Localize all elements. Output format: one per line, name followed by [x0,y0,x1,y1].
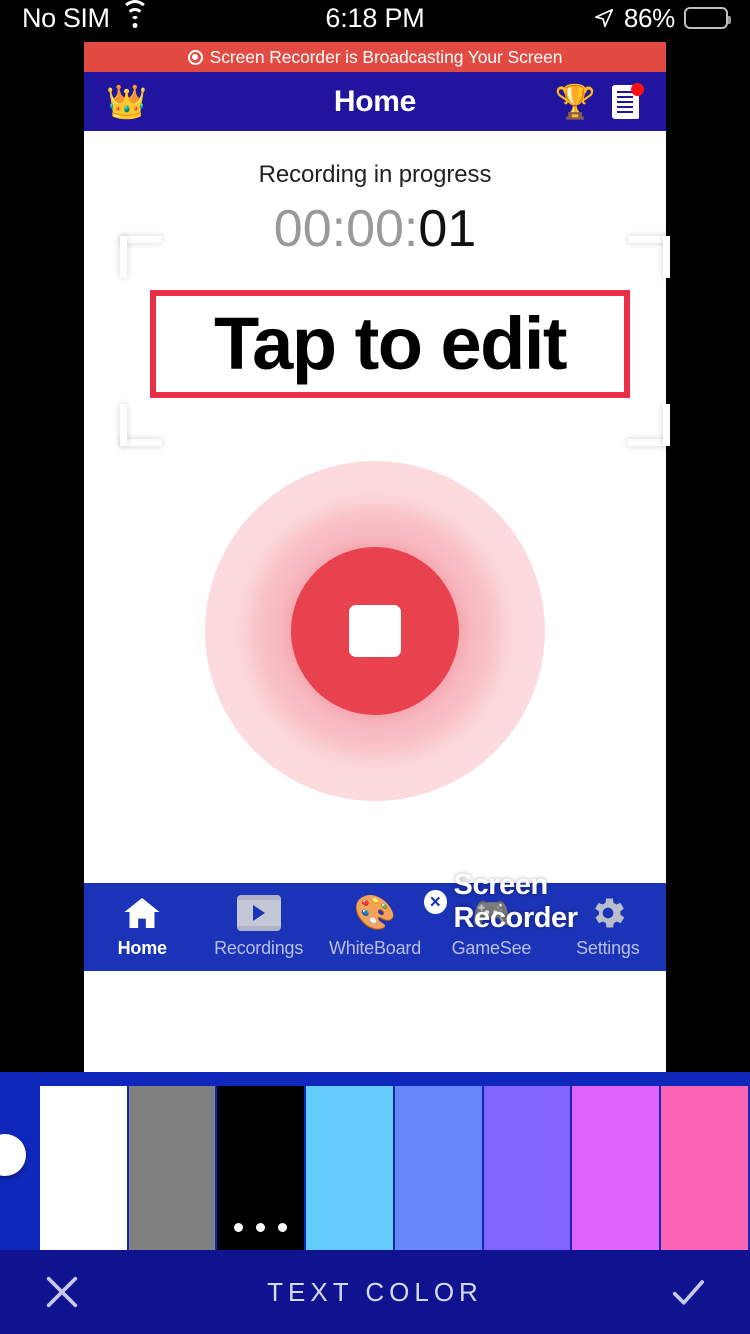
tab-gamesee-label: GameSee [451,938,532,958]
color-swatch-pink[interactable] [661,1086,750,1254]
timer-seconds: 01 [418,200,477,258]
crop-bracket-top-left [120,236,162,278]
text-color-picker-panel: TEXT COLOR [0,1072,750,1334]
crown-icon[interactable]: 👑 [106,85,147,118]
selected-swatch-indicator [217,1223,304,1232]
trophy-icon[interactable]: 🏆 [555,85,596,118]
tab-whiteboard-label: WhiteBoard [328,938,422,958]
color-picker-footer: TEXT COLOR [0,1250,750,1334]
text-edit-value: Tap to edit [213,302,568,385]
tab-settings[interactable]: Settings [550,891,666,959]
timer-sep-1: : [331,200,347,258]
crop-bracket-bottom-right [628,404,670,446]
app-navbar: 👑 Home 🏆 [84,72,666,131]
color-swatch-row[interactable] [0,1086,750,1254]
tab-home[interactable]: Home [84,891,200,959]
text-edit-box[interactable]: Tap to edit [150,290,630,398]
tab-home-label: Home [117,938,167,958]
gear-icon [588,891,628,935]
palette-icon: 🎨 [353,894,397,932]
bottom-tab-bar: Home Recordings 🎨 WhiteBoard 🎮 GameSee S… [84,883,666,971]
status-bar-right: 86% [593,2,731,34]
notes-document-icon[interactable] [610,82,644,121]
eyedropper-slot [0,1086,40,1254]
color-swatch-gray[interactable] [128,1086,218,1254]
broadcast-banner: Screen Recorder is Broadcasting Your Scr… [84,42,666,72]
home-icon [121,891,163,935]
color-swatch-sky-blue[interactable] [306,1086,395,1254]
color-swatch-violet[interactable] [483,1086,573,1254]
gamepad-icon: 🎮 [471,895,512,931]
recording-timer: 00:00:01 [84,199,666,259]
crop-bracket-top-right [628,236,670,278]
battery-percent-label: 86% [623,2,675,33]
record-button-area [205,461,545,801]
tab-settings-label: Settings [576,938,640,958]
timer-minutes: 00 [346,200,404,258]
phone-screen: No SIM 6:18 PM 86% Screen Recorder is Br… [0,0,750,1334]
color-swatch-cornflower[interactable] [394,1086,484,1254]
tab-recordings-label: Recordings [214,938,304,958]
tab-recordings[interactable]: Recordings [200,891,316,959]
color-swatch-black[interactable] [217,1086,307,1254]
app-main-content: Recording in progress 00:00:01 Home Reco… [84,131,666,971]
cancel-button[interactable] [42,1272,82,1312]
confirm-button[interactable] [668,1272,708,1312]
broadcast-message: Screen Recorder is Broadcasting Your Scr… [209,46,563,67]
ios-status-bar: No SIM 6:18 PM 86% [0,0,750,36]
timer-sep-2: : [403,200,419,258]
tab-whiteboard[interactable]: 🎨 WhiteBoard [317,891,433,959]
tab-gamesee[interactable]: 🎮 GameSee [433,891,549,959]
stop-square-icon [349,605,401,657]
crop-bracket-bottom-left [120,404,162,446]
location-arrow-icon [593,7,615,29]
color-swatch-white[interactable] [39,1086,129,1254]
recorded-app-viewport: Screen Recorder is Broadcasting Your Scr… [84,42,666,1072]
navbar-actions: 🏆 [555,82,644,121]
recording-status-label: Recording in progress [258,161,492,188]
eyedropper-icon[interactable] [0,1125,35,1185]
timer-hours: 00 [273,200,332,258]
battery-icon [684,7,731,29]
color-swatch-magenta[interactable] [572,1086,662,1254]
stop-recording-button[interactable] [291,547,459,715]
record-dot-icon [187,49,203,65]
film-play-icon [236,891,281,935]
color-picker-title: TEXT COLOR [267,1276,483,1307]
